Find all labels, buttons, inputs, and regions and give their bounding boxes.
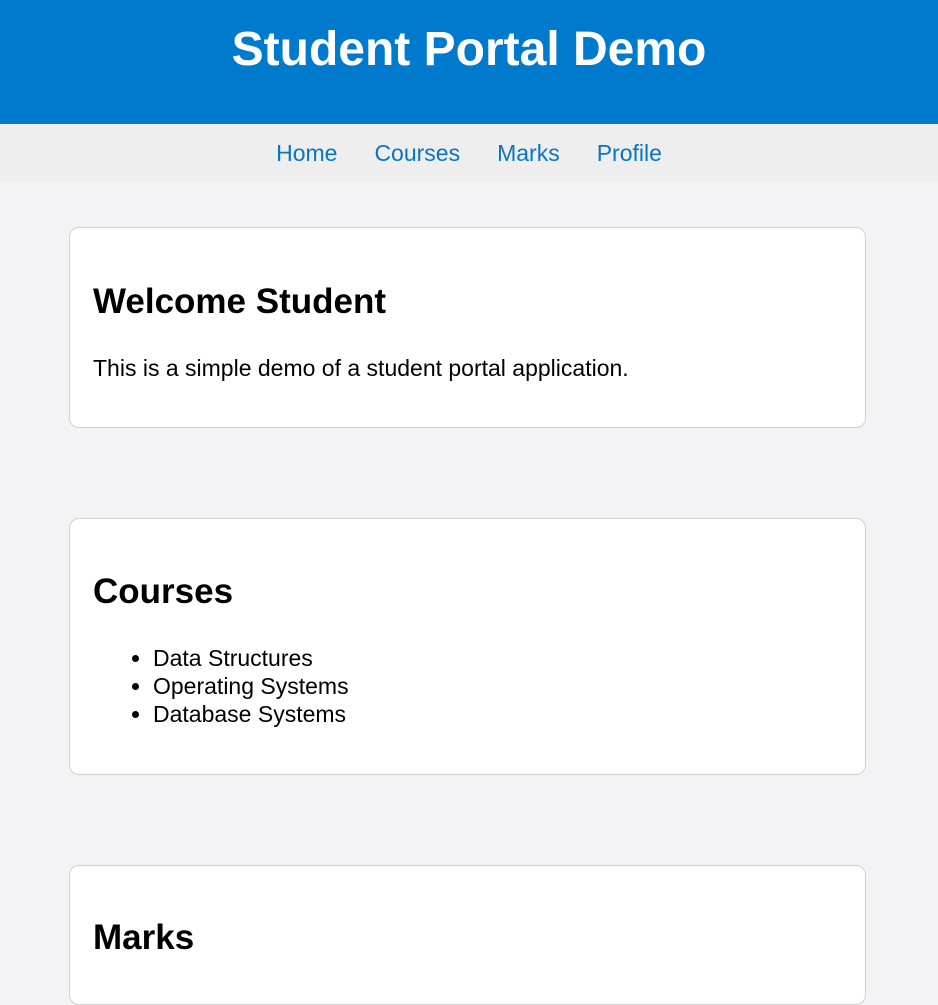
nav-link-profile[interactable]: Profile bbox=[597, 139, 662, 167]
welcome-card: Welcome Student This is a simple demo of… bbox=[69, 227, 866, 428]
welcome-text: This is a simple demo of a student porta… bbox=[93, 355, 629, 381]
page-title: Student Portal Demo bbox=[231, 23, 707, 76]
page-header: Student Portal Demo bbox=[0, 0, 938, 124]
course-item: Data Structures bbox=[153, 644, 349, 672]
course-list: Data Structures Operating Systems Databa… bbox=[93, 644, 349, 728]
course-item: Database Systems bbox=[153, 700, 349, 728]
nav-link-marks[interactable]: Marks bbox=[497, 139, 560, 167]
main-nav: Home Courses Marks Profile bbox=[0, 124, 938, 182]
course-item: Operating Systems bbox=[153, 672, 349, 700]
courses-card: Courses Data Structures Operating System… bbox=[69, 518, 866, 775]
nav-link-home[interactable]: Home bbox=[276, 139, 337, 167]
marks-card: Marks bbox=[69, 865, 866, 1005]
marks-heading: Marks bbox=[93, 918, 195, 957]
welcome-heading: Welcome Student bbox=[93, 282, 387, 321]
nav-link-courses[interactable]: Courses bbox=[374, 139, 460, 167]
courses-heading: Courses bbox=[93, 572, 234, 611]
